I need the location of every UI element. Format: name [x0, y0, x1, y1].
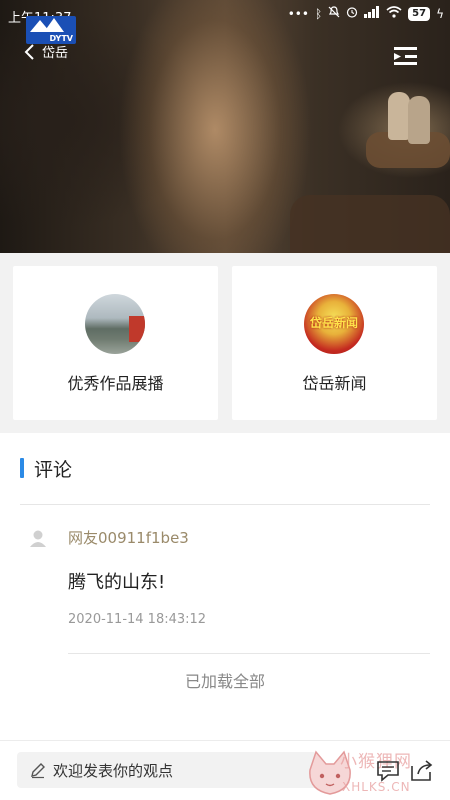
pencil-icon	[31, 763, 45, 779]
card-daiyue-news[interactable]: 岱岳新闻 岱岳新闻	[232, 266, 437, 420]
card-label: 岱岳新闻	[302, 374, 367, 393]
card-thumbnail	[85, 294, 145, 354]
back-button[interactable]	[22, 44, 38, 60]
comment-text: 腾飞的山东!	[68, 572, 166, 593]
logo-text: 岱岳	[42, 46, 69, 61]
battery-indicator: 57	[408, 6, 431, 21]
dytv-logo: DYTV	[26, 16, 76, 44]
comments-title: 评论	[34, 458, 73, 481]
thumbnail-caption: 岱岳新闻	[309, 316, 358, 330]
wifi-icon	[386, 6, 402, 21]
bluetooth-icon: ᛒ	[314, 6, 323, 21]
divider	[20, 504, 430, 505]
comments-button[interactable]	[376, 760, 400, 782]
user-avatar-icon	[30, 530, 46, 547]
share-icon	[411, 760, 433, 781]
video-frame-rock	[290, 195, 450, 253]
comment-timestamp: 2020-11-14 18:43:12	[68, 612, 207, 627]
mute-icon	[328, 6, 340, 21]
heading-accent-bar	[20, 458, 24, 478]
card-thumbnail: 岱岳新闻	[304, 294, 364, 354]
comments-heading: 评论	[20, 456, 73, 481]
more-dots-icon: •••	[287, 6, 309, 21]
divider	[68, 653, 430, 654]
share-button[interactable]	[410, 758, 434, 782]
comment-input-placeholder: 欢迎发表你的观点	[53, 761, 174, 780]
watermark-domain: XHLKS.CN	[342, 780, 411, 794]
playlist-icon	[394, 47, 417, 65]
alarm-icon	[346, 6, 358, 21]
charging-icon: ϟ	[436, 6, 444, 21]
comment-username: 网友00911f1be3	[68, 529, 189, 547]
card-excellent-works[interactable]: 优秀作品展播	[13, 266, 218, 420]
status-icons: ••• ᛒ 57 ϟ	[288, 6, 444, 21]
playlist-button[interactable]	[394, 46, 418, 66]
chevron-left-icon	[24, 44, 34, 60]
loaded-all-label: 已加载全部	[184, 672, 265, 691]
video-frame-figure	[408, 96, 430, 144]
logo-mountain-shape	[44, 18, 64, 32]
comment-input[interactable]: 欢迎发表你的观点	[17, 752, 317, 788]
signal-icon	[364, 6, 380, 21]
message-icon	[377, 761, 399, 782]
bottom-bar-divider	[0, 740, 450, 741]
video-frame-figure	[388, 92, 410, 140]
card-label: 优秀作品展播	[67, 374, 164, 393]
avatar[interactable]	[28, 528, 48, 548]
